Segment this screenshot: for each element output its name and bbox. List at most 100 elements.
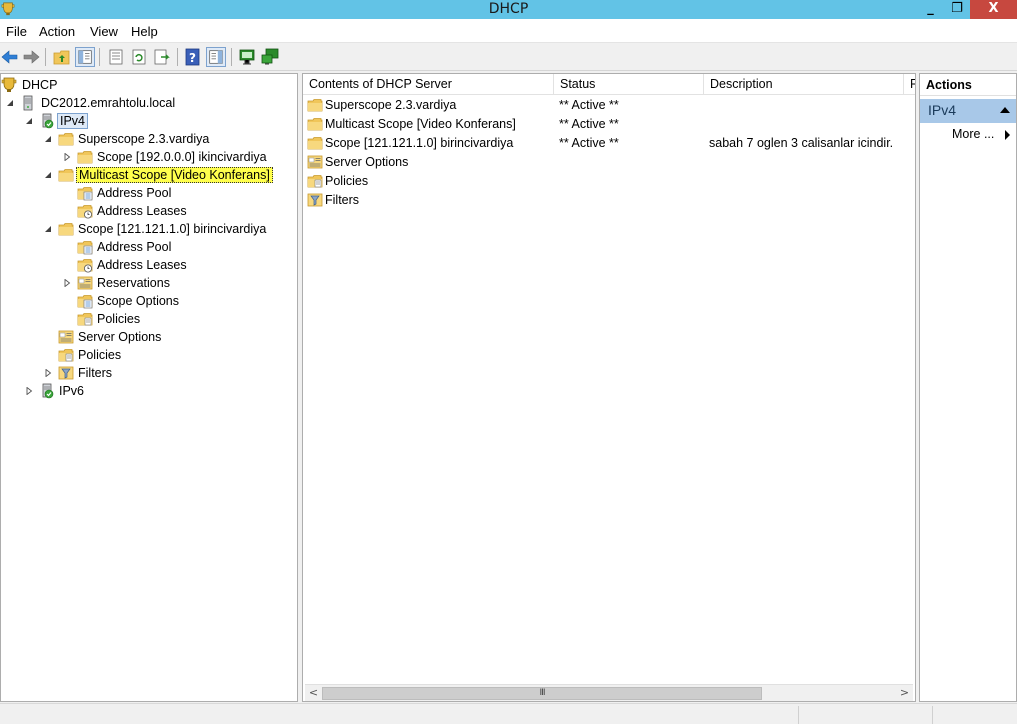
menu-view[interactable]: View — [90, 24, 118, 39]
folder-icon — [58, 221, 74, 237]
menu-action[interactable]: Action — [39, 24, 75, 39]
list-row[interactable]: Scope [121.121.1.0] birincivardiya ** Ac… — [303, 133, 903, 152]
tree-node-superscope[interactable]: Superscope 2.3.vardiya — [1, 130, 297, 148]
tree-label: Policies — [78, 348, 122, 362]
filter-icon — [307, 192, 323, 208]
list-row[interactable]: Superscope 2.3.vardiya ** Active ** — [303, 95, 903, 114]
show-action-pane-icon[interactable] — [206, 47, 226, 67]
tree-node-server[interactable]: DC2012.emrahtolu.local — [1, 94, 297, 112]
section-label: IPv4 — [928, 102, 957, 118]
row-name: Scope [121.121.1.0] birincivardiya — [325, 136, 514, 150]
up-folder-icon[interactable] — [52, 47, 72, 67]
row-name: Server Options — [325, 155, 409, 169]
close-button[interactable]: X — [970, 0, 1017, 19]
list-row[interactable]: Server Options — [303, 152, 903, 171]
tree-node-s121-policies[interactable]: Policies — [1, 310, 297, 328]
column-header-truncated[interactable]: F — [904, 74, 915, 95]
policies-icon — [58, 347, 74, 363]
minimize-button[interactable]: _ — [917, 0, 944, 19]
tree-label: Address Leases — [97, 204, 187, 218]
actions-title: Actions — [920, 74, 1016, 96]
expanded-arrow-icon[interactable] — [6, 99, 14, 107]
scroll-right-button[interactable]: > — [896, 685, 913, 702]
scroll-left-button[interactable]: < — [305, 685, 322, 702]
ipv4-icon — [39, 113, 55, 129]
tree-node-ipv4[interactable]: IPv4 — [1, 112, 297, 130]
tree-label: Filters — [78, 366, 113, 380]
row-name: Superscope 2.3.vardiya — [325, 98, 457, 112]
tree-node-dhcp[interactable]: DHCP — [1, 76, 297, 94]
menu-file[interactable]: File — [6, 24, 27, 39]
list-row[interactable]: Multicast Scope [Video Konferans] ** Act… — [303, 114, 903, 133]
filter-icon — [58, 365, 74, 381]
list-row[interactable]: Policies — [303, 171, 903, 190]
restore-button[interactable]: ❐ — [944, 0, 970, 19]
actions-section-ipv4[interactable]: IPv4 — [920, 99, 1016, 123]
policies-icon — [77, 311, 93, 327]
expanded-arrow-icon[interactable] — [25, 117, 33, 125]
show-hide-tree-icon[interactable] — [75, 47, 95, 67]
expanded-arrow-icon[interactable] — [44, 225, 52, 233]
tree-label: Policies — [97, 312, 141, 326]
list-row[interactable]: Filters — [303, 190, 903, 209]
display-statistics-icon[interactable] — [237, 47, 257, 67]
column-header-description[interactable]: Description — [704, 74, 904, 95]
column-header-contents[interactable]: Contents of DHCP Server — [303, 74, 554, 95]
tree-label: Address Leases — [97, 258, 187, 272]
policies-icon — [307, 173, 323, 189]
export-list-icon[interactable] — [152, 47, 172, 67]
reservations-icon — [77, 275, 93, 291]
expanded-arrow-icon[interactable] — [44, 171, 52, 179]
console-tree[interactable]: DHCP DC2012.emrahtolu.local IPv4 Supersc… — [0, 73, 298, 702]
properties-icon[interactable] — [106, 47, 126, 67]
window-title: DHCP — [488, 1, 529, 17]
collapsed-arrow-icon[interactable] — [63, 279, 71, 287]
collapsed-arrow-icon[interactable] — [63, 153, 71, 161]
server-icon — [20, 95, 36, 111]
collapse-up-icon[interactable] — [1000, 107, 1010, 113]
toolbar-separator — [177, 48, 178, 66]
folder-icon — [307, 97, 323, 113]
help-icon[interactable]: ? — [183, 47, 203, 67]
more-actions-link[interactable]: More ... — [952, 127, 994, 141]
result-pane[interactable]: Contents of DHCP Server Status Descripti… — [302, 73, 916, 702]
tree-node-s121-address-leases[interactable]: Address Leases — [1, 256, 297, 274]
row-status: ** Active ** — [559, 117, 619, 131]
menu-bar: File Action View Help — [0, 19, 1017, 43]
server-network-icon[interactable] — [260, 47, 280, 67]
tree-node-scope-192[interactable]: Scope [192.0.0.0] ikincivardiya — [1, 148, 297, 166]
tree-node-server-options[interactable]: Server Options — [1, 328, 297, 346]
horizontal-scrollbar[interactable]: < III > — [305, 684, 913, 701]
tree-label: Scope [192.0.0.0] ikincivardiya — [97, 150, 267, 164]
tree-node-mc-address-leases[interactable]: Address Leases — [1, 202, 297, 220]
tree-node-ipv6[interactable]: IPv6 — [1, 382, 297, 400]
collapsed-arrow-icon[interactable] — [25, 387, 33, 395]
tree-node-policies[interactable]: Policies — [1, 346, 297, 364]
address-leases-icon — [77, 203, 93, 219]
tree-node-filters[interactable]: Filters — [1, 364, 297, 382]
column-header-status[interactable]: Status — [554, 74, 704, 95]
scrollbar-thumb[interactable]: III — [322, 687, 762, 700]
back-icon[interactable] — [0, 47, 20, 67]
tree-label: DC2012.emrahtolu.local — [41, 96, 176, 110]
tree-node-scope-options[interactable]: Scope Options — [1, 292, 297, 310]
folder-icon — [307, 116, 323, 132]
tree-node-scope-121[interactable]: Scope [121.121.1.0] birincivardiya — [1, 220, 297, 238]
tree-node-reservations[interactable]: Reservations — [1, 274, 297, 292]
ipv6-icon — [39, 383, 55, 399]
svg-text:?: ? — [189, 51, 196, 65]
toolbar: ? — [0, 43, 1017, 71]
collapsed-arrow-icon[interactable] — [44, 369, 52, 377]
scope-options-icon — [77, 293, 93, 309]
tree-node-multicast-scope[interactable]: Multicast Scope [Video Konferans] — [1, 166, 297, 184]
tree-node-mc-address-pool[interactable]: Address Pool — [1, 184, 297, 202]
refresh-icon[interactable] — [129, 47, 149, 67]
tree-node-s121-address-pool[interactable]: Address Pool — [1, 238, 297, 256]
forward-icon[interactable] — [21, 47, 41, 67]
address-pool-icon — [77, 185, 93, 201]
menu-help[interactable]: Help — [131, 24, 158, 39]
toolbar-separator — [231, 48, 232, 66]
expanded-arrow-icon[interactable] — [44, 135, 52, 143]
row-status: ** Active ** — [559, 98, 619, 112]
tree-label: Address Pool — [97, 186, 172, 200]
